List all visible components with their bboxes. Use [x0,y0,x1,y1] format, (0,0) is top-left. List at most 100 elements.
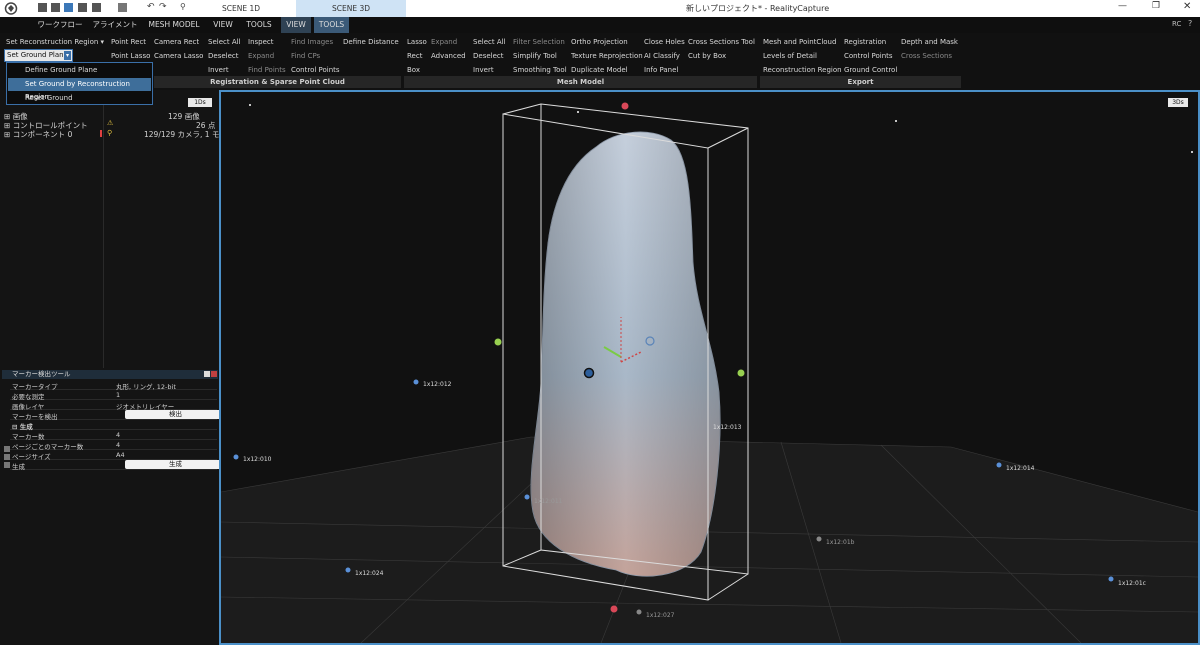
scene-canvas[interactable] [221,92,1198,643]
menu-alignment[interactable]: アライメント [92,17,138,33]
filter-selection-button[interactable]: Filter Selection [513,38,565,46]
prop-markers-per-page[interactable]: ページごとのマーカー数 4 [10,440,217,451]
layout-5-icon[interactable] [92,3,101,12]
lasso-button[interactable]: Lasso [407,38,427,46]
marker-label: 1x12:014 [1006,465,1035,472]
mesh-expand-button[interactable]: Expand [431,38,457,46]
mesh-select-all-button[interactable]: Select All [473,38,506,46]
export-control-points-button[interactable]: Control Points [844,52,893,60]
cross-sections-button[interactable]: Cross Sections [901,52,952,60]
expand-icon[interactable]: ⊞ [4,130,10,139]
reconstruction-region-button[interactable]: Reconstruction Region [763,66,842,74]
component-flag-icon [100,130,102,137]
menu-view[interactable]: VIEW [208,17,238,33]
mesh-deselect-button[interactable]: Deselect [473,52,504,60]
box-button[interactable]: Box [407,66,420,74]
prop-marker-count[interactable]: マーカー数 4 [10,430,217,441]
pin-panel-icon[interactable] [204,371,210,377]
mesh-invert-button[interactable]: Invert [473,66,494,74]
set-ground-plane-button[interactable]: Set Ground Plane ▾ [4,49,73,62]
layout-1-icon[interactable] [38,3,47,12]
undo-icon[interactable]: ↶ [147,2,155,12]
point-rect-button[interactable]: Point Rect [111,38,146,46]
close-icon[interactable]: ✕ [1183,1,1191,12]
close-panel-icon[interactable] [211,371,217,377]
side-tool-icon-1[interactable] [4,446,10,452]
marker-tool-header: マーカー検出ツール [2,370,218,379]
handle-bottom [610,605,618,613]
close-holes-button[interactable]: Close Holes [644,38,685,46]
save-icon[interactable] [118,3,127,12]
prop-generate-section[interactable]: ⊟ 生成 [10,420,217,431]
handle-right [737,369,745,377]
find-points-button[interactable]: Find Points [248,66,286,74]
menu-view-ctx[interactable]: VIEW [281,17,311,33]
menu-tools[interactable]: TOOLS [243,17,275,33]
rect-button[interactable]: Rect [407,52,422,60]
pin-icon[interactable]: ⚲ [180,2,186,11]
registration-button[interactable]: Registration [844,38,886,46]
menu-tools-ctx[interactable]: TOOLS [314,17,349,33]
find-images-button[interactable]: Find Images [291,38,333,46]
maximize-icon[interactable]: ❐ [1152,1,1160,11]
depth-and-mask-button[interactable]: Depth and Mask [901,38,958,46]
point-lasso-button[interactable]: Point Lasso [111,52,150,60]
deselect-button[interactable]: Deselect [208,52,239,60]
redo-icon[interactable]: ↷ [159,2,167,12]
camera-lasso-button[interactable]: Camera Lasso [154,52,203,60]
help-icon[interactable]: ? [1188,19,1192,28]
tree-item-component[interactable]: ⊞ コンポーネント 0 [4,129,72,140]
handle-top [621,102,629,110]
tab-scene-3d[interactable]: SCENE 3D [296,0,406,17]
menu-mesh-model[interactable]: MESH MODEL [146,17,202,33]
layout-2-icon[interactable] [51,3,60,12]
detect-button[interactable]: 検出 [125,410,226,419]
invert-button[interactable]: Invert [208,66,229,74]
mesh-and-pointcloud-button[interactable]: Mesh and PointCloud [763,38,836,46]
cut-by-box-button[interactable]: Cut by Box [688,52,726,60]
info-panel-button[interactable]: Info Panel [644,66,678,74]
marker-label: 1x12:013 [713,424,742,431]
duplicate-model-button[interactable]: Duplicate Model [571,66,628,74]
inspect-button[interactable]: Inspect [248,38,274,46]
marker-label: 1x12:011 [534,498,563,505]
panel-separator [103,90,104,368]
layout-4-icon[interactable] [78,3,87,12]
camera-rect-button[interactable]: Camera Rect [154,38,199,46]
ortho-projection-button[interactable]: Ortho Projection [571,38,628,46]
control-points-button[interactable]: Control Points [291,66,340,74]
smoothing-tool-button[interactable]: Smoothing Tool [513,66,567,74]
simplify-tool-button[interactable]: Simplify Tool [513,52,557,60]
set-ground-by-region-item[interactable]: Set Ground by Reconstruction Region [8,78,151,101]
generate-button[interactable]: 生成 [125,460,226,469]
title-bar: ↶ ↷ ⚲ SCENE 1D SCENE 3D 新しいプロジェクト* - Rea… [0,0,1200,17]
set-reconstruction-region-button[interactable]: Set Reconstruction Region ▾ [6,38,104,46]
reset-ground-item[interactable]: Reset Ground [8,92,151,105]
tab-scene-1d[interactable]: SCENE 1D [186,0,296,17]
viewport-badge[interactable]: 3Ds [1168,98,1188,107]
viewport-3d[interactable]: 3Ds 1x12:012 1x12:013 1x12:010 1x12:014 … [219,90,1200,645]
define-ground-plane-item[interactable]: Define Ground Plane [8,64,151,77]
ai-classify-button[interactable]: AI Classify [644,52,680,60]
cross-sections-tool-button[interactable]: Cross Sections Tool [688,38,755,46]
expand-button[interactable]: Expand [248,52,274,60]
levels-of-detail-button[interactable]: Levels of Detail [763,52,817,60]
prop-image-layer[interactable]: 画像レイヤ ジオメトリレイヤー [10,400,217,411]
advanced-button[interactable]: Advanced [431,52,466,60]
prop-page-size[interactable]: ページサイズ A4 [10,450,217,461]
side-tool-icon-2[interactable] [4,454,10,460]
prop-required-measure[interactable]: 必要な測定 1 [10,390,217,401]
ground-control-button[interactable]: Ground Control [844,66,897,74]
window-title: 新しいプロジェクト* - RealityCapture [686,4,830,13]
find-cps-button[interactable]: Find CPs [291,52,320,60]
marker-label: 1x12:027 [646,612,675,619]
select-all-button[interactable]: Select All [208,38,241,46]
tree-badge[interactable]: 1Ds [188,98,212,107]
menu-workflow[interactable]: ワークフロー [36,17,84,33]
side-tool-icon-3[interactable] [4,462,10,468]
prop-marker-type[interactable]: マーカータイプ 丸形, リング, 12-bit [10,380,217,391]
minimize-icon[interactable]: — [1118,1,1127,11]
layout-3-icon[interactable] [64,3,73,12]
define-distance-button[interactable]: Define Distance [343,38,399,46]
texture-reprojection-button[interactable]: Texture Reprojection [571,52,643,60]
